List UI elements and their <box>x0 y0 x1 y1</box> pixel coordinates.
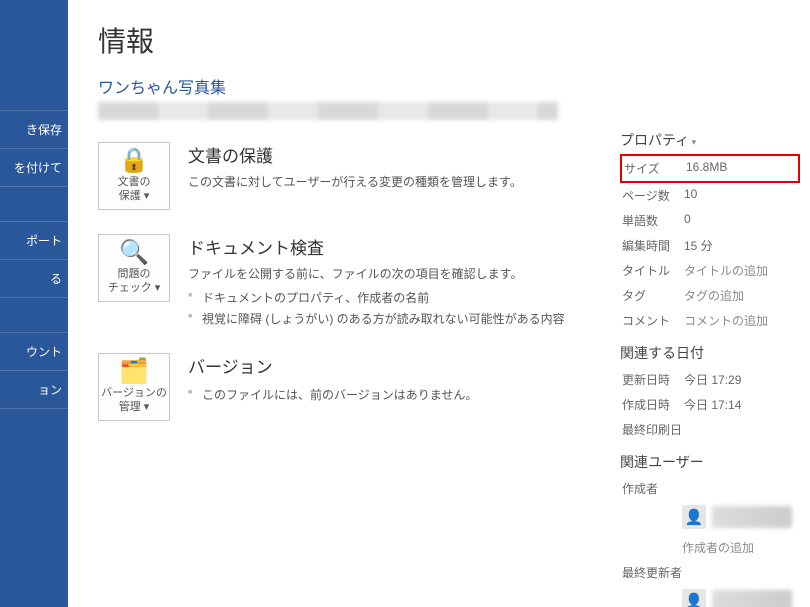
author-value[interactable]: 👤 <box>620 501 800 535</box>
author-name-blurred <box>712 506 792 528</box>
inspect-item: ドキュメントのプロパティ、作成者の名前 <box>188 287 620 308</box>
versions-section: 🗂️ バージョンの 管理 ▾ バージョン このファイルには、前のバージョンはあり… <box>98 353 620 421</box>
properties-panel: プロパティ サイズ 16.8MB ページ数 10 単語数 0 編集時間 15 分… <box>620 20 800 597</box>
versions-icon: 🗂️ <box>119 360 149 384</box>
content-column: 情報 ワンちゃん写真集 🔒 文書の 保護 ▾ 文書の保護 この文書に対してユーザ… <box>98 20 620 597</box>
document-title[interactable]: ワンちゃん写真集 <box>98 74 620 98</box>
prop-words: 単語数 0 <box>620 208 800 233</box>
add-author-link[interactable]: 作成者の追加 <box>620 535 800 560</box>
prop-pages: ページ数 10 <box>620 183 800 208</box>
prop-size: サイズ 16.8MB <box>620 154 800 183</box>
inspect-desc: ファイルを公開する前に、ファイルの次の項目を確認します。 <box>188 265 620 283</box>
prop-lastmod: 最終更新者 <box>620 560 800 585</box>
protect-document-button[interactable]: 🔒 文書の 保護 ▾ <box>98 142 170 210</box>
sidebar-item-saveas[interactable]: を付けて <box>0 149 68 187</box>
inspect-heading: ドキュメント検査 <box>188 234 620 259</box>
prop-printed: 最終印刷日 <box>620 417 800 442</box>
lastmod-value[interactable]: 👤 <box>620 585 800 607</box>
sidebar-item-blank2[interactable] <box>0 298 68 333</box>
sidebar-item-account[interactable]: ウント <box>0 333 68 371</box>
prop-title[interactable]: タイトル タイトルの追加 <box>620 258 800 283</box>
prop-tag[interactable]: タグ タグの追加 <box>620 283 800 308</box>
person-icon: 👤 <box>682 505 706 529</box>
prop-created: 作成日時 今日 17:14 <box>620 392 800 417</box>
person-icon: 👤 <box>682 589 706 607</box>
inspect-list: ドキュメントのプロパティ、作成者の名前 視覚に障碍 (しょうがい) のある方が読… <box>188 287 620 329</box>
inspect-icon: 🔍 <box>119 241 149 265</box>
sidebar-item-options[interactable]: ョン <box>0 371 68 409</box>
sidebar-item-export[interactable]: ポート <box>0 222 68 260</box>
prop-edittime: 編集時間 15 分 <box>620 233 800 258</box>
document-path-blurred <box>98 102 558 120</box>
inspect-item: 視覚に障碍 (しょうがい) のある方が読み取れない可能性がある内容 <box>188 308 620 329</box>
lastmod-name-blurred <box>712 590 792 607</box>
properties-heading[interactable]: プロパティ <box>620 130 800 150</box>
related-users-heading: 関連ユーザー <box>620 452 800 472</box>
versions-list: このファイルには、前のバージョンはありません。 <box>188 384 620 405</box>
protect-section: 🔒 文書の 保護 ▾ 文書の保護 この文書に対してユーザーが行える変更の種類を管… <box>98 142 620 210</box>
manage-versions-button[interactable]: 🗂️ バージョンの 管理 ▾ <box>98 353 170 421</box>
versions-heading: バージョン <box>188 353 620 378</box>
page-title: 情報 <box>98 20 620 60</box>
sidebar-item-close[interactable]: る <box>0 260 68 298</box>
inspect-document-button[interactable]: 🔍 問題の チェック ▾ <box>98 234 170 302</box>
sidebar-item-blank1[interactable] <box>0 187 68 222</box>
sidebar-item-save[interactable]: き保存 <box>0 110 68 149</box>
protect-desc: この文書に対してユーザーが行える変更の種類を管理します。 <box>188 173 620 191</box>
prop-author: 作成者 <box>620 476 800 501</box>
versions-empty: このファイルには、前のバージョンはありません。 <box>188 384 620 405</box>
lock-icon: 🔒 <box>119 149 149 173</box>
protect-heading: 文書の保護 <box>188 142 620 167</box>
inspect-section: 🔍 問題の チェック ▾ ドキュメント検査 ファイルを公開する前に、ファイルの次… <box>98 234 620 329</box>
prop-comment[interactable]: コメント コメントの追加 <box>620 308 800 333</box>
main-area: 情報 ワンちゃん写真集 🔒 文書の 保護 ▾ 文書の保護 この文書に対してユーザ… <box>68 0 810 607</box>
backstage-sidebar: き保存 を付けて ポート る ウント ョン <box>0 0 68 607</box>
prop-updated: 更新日時 今日 17:29 <box>620 367 800 392</box>
related-dates-heading: 関連する日付 <box>620 343 800 363</box>
